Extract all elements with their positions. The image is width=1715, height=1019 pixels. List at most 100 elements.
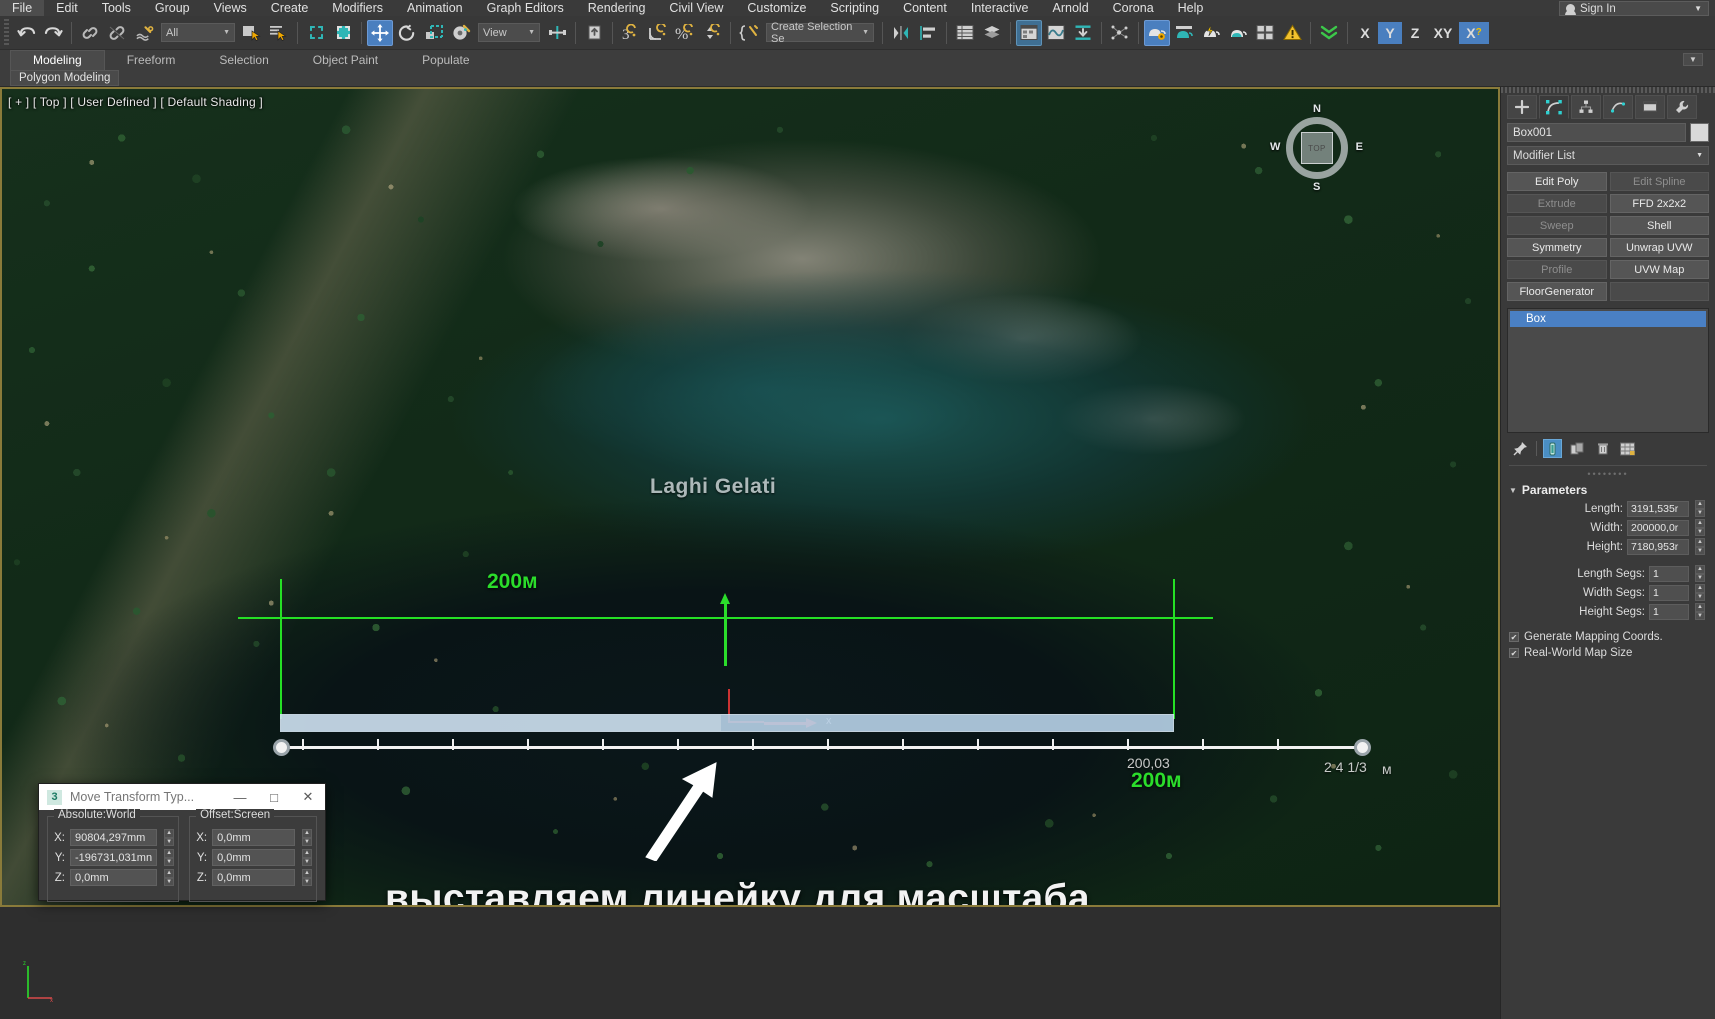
select-and-move-icon[interactable] [367,19,393,46]
spinner-up-icon[interactable]: ▲ [164,869,175,878]
close-icon[interactable]: ✕ [291,784,325,810]
move-gizmo-y-axis[interactable] [720,593,730,666]
menu-item-group[interactable]: Group [143,0,202,16]
spinner-up-icon[interactable]: ▲ [1695,603,1705,612]
constrain-to-z-button[interactable]: Z [1403,22,1427,44]
offset-y-spinner[interactable]: ▲ ▼ [302,849,312,866]
menu-item-interactive[interactable]: Interactive [959,0,1041,16]
ribbon-tab-object-paint[interactable]: Object Paint [291,51,400,70]
absolute-y-spinner[interactable]: ▲ ▼ [164,849,175,866]
ribbon-tab-selection[interactable]: Selection [197,51,290,70]
named-selection-sets-dropdown[interactable]: Create Selection Se ▼ [766,21,874,45]
spinner-down-icon[interactable]: ▼ [1695,573,1705,582]
reference-coordinate-dropdown[interactable]: View ▼ [478,23,540,42]
triangle-down-icon[interactable]: ▼ [1509,486,1517,495]
ruler-handle-end[interactable] [1354,739,1371,756]
width-spinner[interactable]: ▲ ▼ [1695,519,1705,536]
curve-editor-icon[interactable] [1016,19,1042,46]
menu-item-views[interactable]: Views [202,0,259,16]
modifier-button-uvw-map[interactable]: UVW Map [1609,260,1709,279]
spinner-down-icon[interactable]: ▼ [1695,527,1705,536]
mirror-icon[interactable] [888,20,914,46]
select-and-manipulate-icon[interactable] [581,20,607,46]
configure-modifier-sets-icon[interactable] [1618,439,1637,458]
spinner-up-icon[interactable]: ▲ [164,829,175,838]
modifier-button-shell[interactable]: Shell [1609,216,1709,235]
spinner-up-icon[interactable]: ▲ [302,849,312,858]
ruler-bar-selected-segment[interactable] [281,715,721,731]
modifier-button-sweep[interactable]: Sweep [1507,216,1607,235]
modifier-button-symmetry[interactable]: Symmetry [1507,238,1607,257]
select-and-rotate-icon[interactable] [394,20,420,46]
pin-stack-icon[interactable] [1511,439,1530,458]
height-segs-spinner[interactable]: ▲ ▼ [1695,603,1705,620]
absolute-x-input[interactable]: 90804,297mm [70,829,158,846]
spinner-up-icon[interactable]: ▲ [1695,500,1705,509]
height-segs-input[interactable]: 1 [1649,603,1689,620]
modifier-list-dropdown[interactable]: Modifier List ▼ [1507,146,1709,165]
spinner-down-icon[interactable]: ▼ [302,857,312,866]
menu-item-modifiers[interactable]: Modifiers [320,0,395,16]
viewcube-east-label[interactable]: E [1356,141,1363,153]
render-setup-icon[interactable] [1144,19,1170,46]
offset-y-input[interactable]: 0,0mm [212,849,295,866]
modifier-button-extrude[interactable]: Extrude [1507,194,1607,213]
menu-item-content[interactable]: Content [891,0,959,16]
minimize-icon[interactable]: — [223,784,257,810]
absolute-z-input[interactable]: 0,0mm [70,869,158,886]
maximize-icon[interactable]: □ [257,784,291,810]
ruler-handle-start[interactable] [273,739,290,756]
show-end-result-icon[interactable] [1543,439,1562,458]
toggle-scene-explorer-icon[interactable] [952,20,978,46]
spinner-up-icon[interactable]: ▲ [1695,519,1705,528]
constrain-to-plane-cycle-button[interactable]: X ? [1459,21,1489,44]
menu-item-corona[interactable]: Corona [1101,0,1166,16]
angle-snap-toggle-icon[interactable] [645,20,671,46]
generate-mapping-coords-checkbox[interactable]: ✔ [1509,632,1519,642]
modifier-button-unwrap-uvw[interactable]: Unwrap UVW [1609,238,1709,257]
remove-modifier-icon[interactable] [1593,439,1612,458]
ribbon-tab-freeform[interactable]: Freeform [105,51,198,70]
percent-snap-toggle-icon[interactable]: % [672,20,698,46]
menu-item-arnold[interactable]: Arnold [1041,0,1101,16]
spinner-down-icon[interactable]: ▼ [1695,546,1705,555]
viewcube-west-label[interactable]: W [1270,141,1280,153]
constrain-to-y-button[interactable]: Y [1378,21,1402,44]
warning-icon[interactable] [1279,20,1305,46]
select-and-place-icon[interactable] [448,20,474,46]
spinner-up-icon[interactable]: ▲ [302,869,312,878]
offset-x-input[interactable]: 0,0mm [212,829,295,846]
viewcube[interactable]: TOP N S E W [1270,103,1363,193]
offset-z-spinner[interactable]: ▲ ▼ [302,869,312,886]
rendered-frame-window-icon[interactable] [1171,20,1197,46]
spinner-down-icon[interactable]: ▼ [164,877,175,886]
ribbon-tab-modeling[interactable]: Modeling [10,50,105,70]
ribbon-collapse-icon[interactable]: ▼ [1683,53,1703,66]
make-unique-icon[interactable] [1568,439,1587,458]
selection-filter-dropdown[interactable]: All ▼ [161,23,235,42]
spinner-down-icon[interactable]: ▼ [1695,611,1705,620]
modifier-button-floorgenerator[interactable]: FloorGenerator [1507,282,1607,301]
width-segs-spinner[interactable]: ▲ ▼ [1695,584,1705,601]
window-crossing-toggle-icon[interactable] [330,20,356,46]
modifier-stack[interactable]: Box [1507,308,1709,433]
modifier-stack-item-box[interactable]: Box [1510,311,1706,327]
viewcube-south-label[interactable]: S [1313,181,1320,193]
select-and-scale-icon[interactable] [421,20,447,46]
constrain-to-x-button[interactable]: X [1353,22,1377,44]
menu-item-help[interactable]: Help [1166,0,1216,16]
constrain-to-xy-plane-button[interactable]: XY [1428,22,1458,44]
ribbon-tab-populate[interactable]: Populate [400,51,491,70]
length-input[interactable]: 3191,535r [1627,500,1689,517]
generate-mapping-coords-row[interactable]: ✔ Generate Mapping Coords. [1501,629,1715,645]
create-tab[interactable] [1507,95,1537,119]
move-transform-typein-dialog[interactable]: 3 Move Transform Typ... — □ ✕ Absolute:W… [38,783,326,902]
spinner-down-icon[interactable]: ▼ [1695,508,1705,517]
expand-ribbon-icon[interactable] [1316,20,1342,46]
width-input[interactable]: 200000,0r [1627,519,1689,536]
menu-item-animation[interactable]: Animation [395,0,475,16]
absolute-x-spinner[interactable]: ▲ ▼ [164,829,175,846]
hierarchy-tab[interactable] [1571,95,1601,119]
absolute-y-input[interactable]: -196731,031mn [70,849,158,866]
display-tab[interactable] [1635,95,1665,119]
